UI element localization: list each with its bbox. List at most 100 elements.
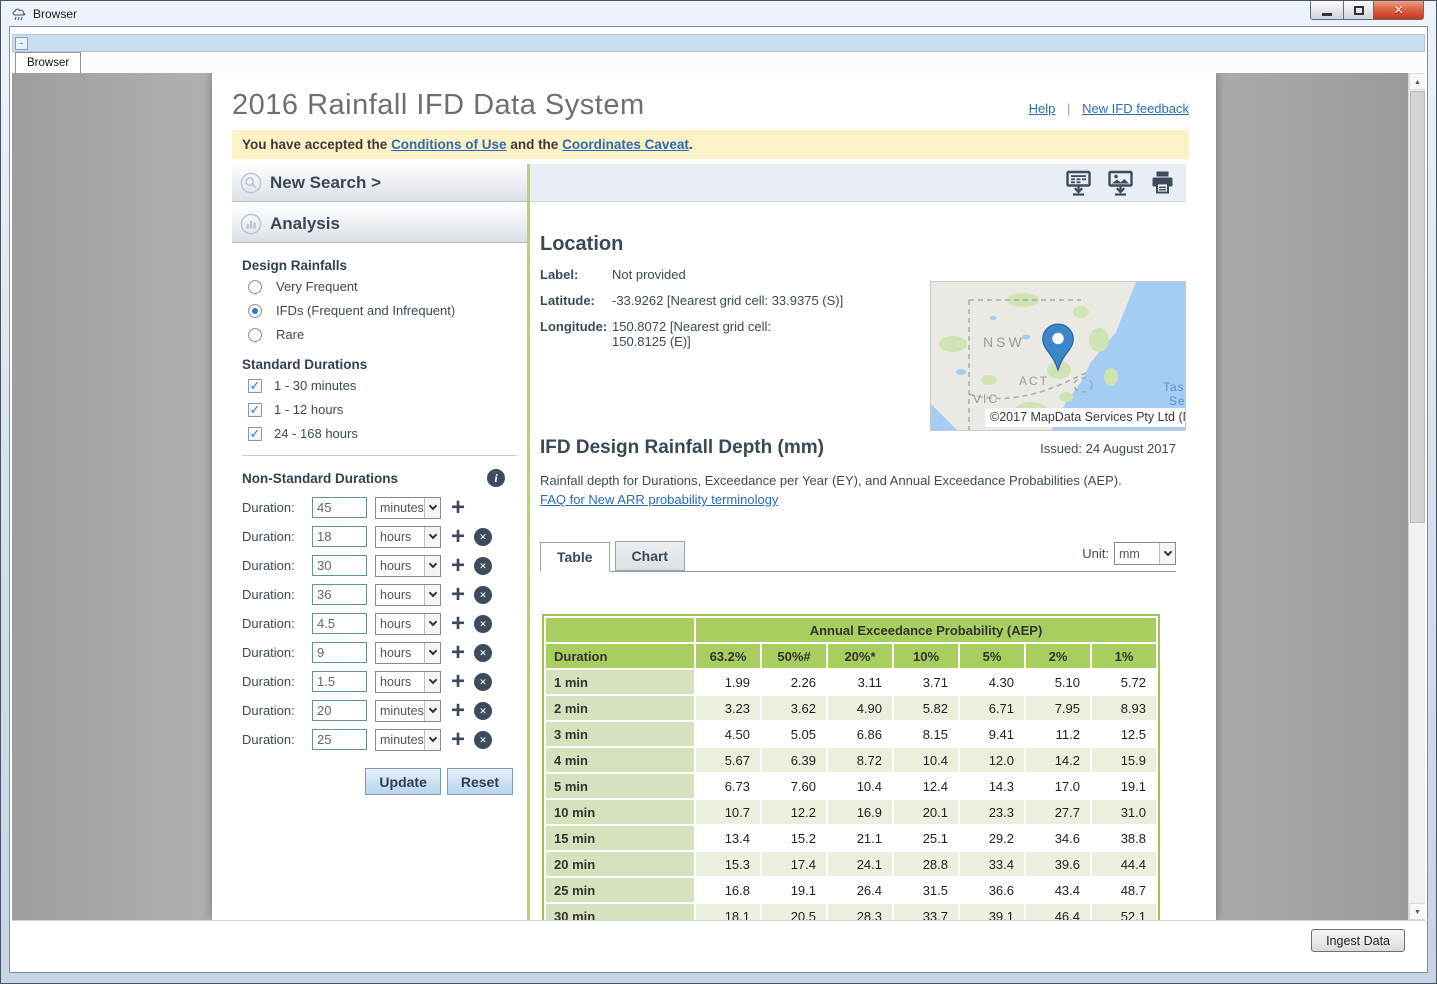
checkbox-label: 1 - 12 hours bbox=[274, 402, 343, 417]
checkbox-option[interactable]: ✓ 1 - 12 hours bbox=[248, 402, 527, 417]
coordinates-caveat-link[interactable]: Coordinates Caveat bbox=[562, 137, 689, 152]
duration-unit-select[interactable]: minutes bbox=[375, 700, 441, 722]
scroll-down-arrow[interactable]: ▼ bbox=[1409, 903, 1425, 920]
close-button[interactable]: ✕ bbox=[1374, 1, 1424, 20]
add-duration-icon[interactable]: + bbox=[449, 586, 467, 604]
value-cell: 4.50 bbox=[696, 722, 760, 746]
radio-button[interactable] bbox=[248, 328, 262, 342]
duration-unit-select[interactable]: minutes bbox=[375, 729, 441, 751]
title-bar[interactable]: Browser ✕ bbox=[1, 1, 1436, 26]
location-map[interactable]: NSW ACT VIC Tasm Se ©2017 MapData Servic… bbox=[930, 281, 1186, 431]
add-duration-icon[interactable]: + bbox=[449, 644, 467, 662]
update-button[interactable]: Update bbox=[365, 768, 440, 795]
remove-duration-icon[interactable]: ✕ bbox=[474, 528, 492, 546]
radio-option[interactable]: Rare bbox=[248, 327, 527, 342]
value-cell: 34.6 bbox=[1026, 826, 1090, 850]
add-duration-icon[interactable]: + bbox=[449, 499, 467, 517]
help-link[interactable]: Help bbox=[1029, 101, 1056, 116]
unit-select[interactable]: mm bbox=[1114, 542, 1176, 565]
duration-cell: 30 min bbox=[546, 904, 694, 920]
duration-input[interactable] bbox=[312, 613, 367, 634]
collapse-pane-icon[interactable]: - bbox=[15, 37, 28, 50]
duration-input[interactable] bbox=[312, 700, 367, 721]
conditions-of-use-link[interactable]: Conditions of Use bbox=[391, 137, 507, 152]
chevron-down-icon bbox=[424, 672, 440, 692]
scrollbar-thumb[interactable] bbox=[1410, 91, 1425, 523]
checkbox[interactable]: ✓ bbox=[248, 379, 262, 393]
duration-row: Duration:minutes+✕ bbox=[242, 729, 527, 750]
duration-unit-select[interactable]: hours bbox=[375, 584, 441, 606]
add-duration-icon[interactable]: + bbox=[449, 673, 467, 691]
remove-duration-icon[interactable]: ✕ bbox=[474, 673, 492, 691]
remove-duration-icon[interactable]: ✕ bbox=[474, 615, 492, 633]
search-icon bbox=[240, 172, 262, 194]
chevron-down-icon bbox=[424, 730, 440, 750]
faq-link[interactable]: FAQ for New ARR probability terminology bbox=[540, 492, 778, 507]
duration-row: Duration:minutes+ bbox=[242, 497, 527, 518]
table-row: 1 min1.992.263.113.714.305.105.72 bbox=[546, 670, 1156, 694]
table-row: 20 min15.317.424.128.833.439.644.4 bbox=[546, 852, 1156, 876]
remove-duration-icon[interactable]: ✕ bbox=[474, 731, 492, 749]
duration-input[interactable] bbox=[312, 555, 367, 576]
duration-input[interactable] bbox=[312, 584, 367, 605]
maximize-button[interactable] bbox=[1344, 1, 1374, 20]
table-row: 3 min4.505.056.868.159.4111.212.5 bbox=[546, 722, 1156, 746]
reset-button[interactable]: Reset bbox=[447, 768, 513, 795]
value-cell: 17.4 bbox=[762, 852, 826, 876]
add-duration-icon[interactable]: + bbox=[449, 528, 467, 546]
export-image-icon[interactable] bbox=[1107, 169, 1134, 196]
issued-date: Issued: 24 August 2017 bbox=[1040, 441, 1176, 456]
ingest-data-button[interactable]: Ingest Data bbox=[1311, 929, 1405, 952]
checkbox[interactable]: ✓ bbox=[248, 403, 262, 417]
radio-option[interactable]: IFDs (Frequent and Infrequent) bbox=[248, 303, 527, 318]
non-standard-duration-rows: Duration:minutes+Duration:hours+✕Duratio… bbox=[232, 497, 527, 750]
remove-duration-icon[interactable]: ✕ bbox=[474, 702, 492, 720]
value-cell: 19.1 bbox=[762, 878, 826, 902]
value-cell: 6.73 bbox=[696, 774, 760, 798]
radio-option[interactable]: Very Frequent bbox=[248, 279, 527, 294]
tab-chart[interactable]: Chart bbox=[615, 541, 686, 571]
duration-cell: 4 min bbox=[546, 748, 694, 772]
info-icon[interactable]: i bbox=[487, 469, 505, 487]
add-duration-icon[interactable]: + bbox=[449, 557, 467, 575]
add-duration-icon[interactable]: + bbox=[449, 615, 467, 633]
minimize-button[interactable] bbox=[1310, 1, 1344, 20]
new-search-header[interactable]: New Search > bbox=[232, 164, 527, 202]
print-icon[interactable] bbox=[1149, 169, 1176, 196]
feedback-link[interactable]: New IFD feedback bbox=[1082, 101, 1189, 116]
remove-duration-icon[interactable]: ✕ bbox=[474, 644, 492, 662]
duration-input[interactable] bbox=[312, 497, 367, 518]
duration-input[interactable] bbox=[312, 642, 367, 663]
checkbox-option[interactable]: ✓24 - 168 hours bbox=[248, 426, 527, 441]
duration-unit-select[interactable]: hours bbox=[375, 555, 441, 577]
browser-window: Browser ✕ - Browser 2016 Rainfall IFD Da… bbox=[0, 0, 1437, 984]
duration-input[interactable] bbox=[312, 526, 367, 547]
value-cell: 7.60 bbox=[762, 774, 826, 798]
duration-input[interactable] bbox=[312, 671, 367, 692]
radio-button[interactable] bbox=[248, 304, 262, 318]
export-table-icon[interactable] bbox=[1065, 169, 1092, 196]
duration-unit-select[interactable]: hours bbox=[375, 671, 441, 693]
column-header: 63.2% bbox=[696, 644, 760, 668]
tab-browser[interactable]: Browser bbox=[15, 52, 81, 73]
checkbox[interactable]: ✓ bbox=[248, 427, 262, 441]
remove-duration-icon[interactable]: ✕ bbox=[474, 586, 492, 604]
remove-duration-icon[interactable]: ✕ bbox=[474, 557, 492, 575]
analysis-header[interactable]: Analysis bbox=[232, 205, 527, 243]
duration-unit-select[interactable]: hours bbox=[375, 642, 441, 664]
duration-unit-select[interactable]: hours bbox=[375, 613, 441, 635]
duration-label: Duration: bbox=[242, 558, 312, 573]
duration-unit-select[interactable]: minutes bbox=[375, 497, 441, 519]
vertical-scrollbar[interactable]: ▲ ▼ bbox=[1408, 73, 1425, 920]
map-label-tasman-sea-2: Se bbox=[1169, 394, 1186, 408]
duration-cell: 1 min bbox=[546, 670, 694, 694]
scroll-up-arrow[interactable]: ▲ bbox=[1409, 73, 1425, 90]
checkbox-option[interactable]: ✓1 - 30 minutes bbox=[248, 378, 527, 393]
add-duration-icon[interactable]: + bbox=[449, 702, 467, 720]
radio-button[interactable] bbox=[248, 280, 262, 294]
add-duration-icon[interactable]: + bbox=[449, 731, 467, 749]
duration-unit-select[interactable]: hours bbox=[375, 526, 441, 548]
table-row: 5 min6.737.6010.412.414.317.019.1 bbox=[546, 774, 1156, 798]
duration-input[interactable] bbox=[312, 729, 367, 750]
tab-table[interactable]: Table bbox=[540, 542, 610, 572]
